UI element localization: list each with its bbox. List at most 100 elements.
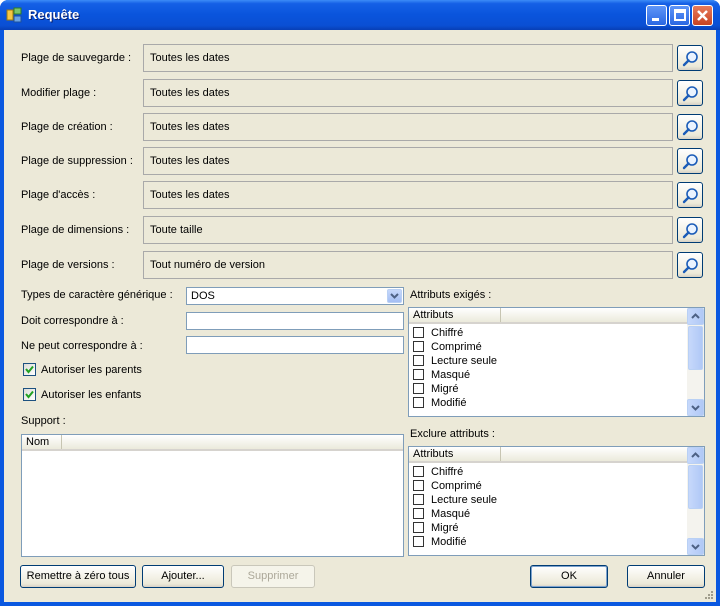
attribute-checkbox[interactable] (413, 494, 424, 505)
close-icon (697, 10, 708, 21)
exclude-attributes-column[interactable]: Attributs (409, 447, 501, 461)
resize-grip-icon[interactable] (704, 590, 714, 600)
query-dialog: Requête Plage de sauvegarde : Toutes les… (0, 0, 720, 606)
scroll-down-button[interactable] (687, 538, 704, 555)
checkmark-icon (25, 390, 34, 399)
access-range-search-button[interactable] (677, 182, 703, 208)
scroll-up-button[interactable] (687, 308, 704, 325)
version-range-label: Plage de versions : (21, 259, 115, 271)
close-button[interactable] (692, 5, 713, 26)
must-match-label: Doit correspondre à : (21, 315, 124, 327)
size-range-field: Toute taille (143, 216, 673, 244)
allow-children-checkbox[interactable] (23, 388, 36, 401)
chevron-up-icon (691, 452, 700, 458)
magnifier-icon (682, 223, 698, 239)
magnifier-icon (682, 188, 698, 204)
magnifier-icon (682, 51, 698, 67)
attribute-checkbox[interactable] (413, 327, 424, 338)
required-attributes-header: Attributs (409, 308, 689, 324)
backup-range-search-button[interactable] (677, 45, 703, 71)
required-attributes-items: Chiffré Comprimé Lecture seule Masqué Mi… (409, 326, 687, 410)
allow-parents-checkbox[interactable] (23, 363, 36, 376)
attribute-checkbox[interactable] (413, 536, 424, 547)
scroll-thumb[interactable] (688, 465, 703, 509)
ok-button[interactable]: OK (530, 565, 608, 588)
attribute-checkbox[interactable] (413, 522, 424, 533)
checkmark-icon (25, 365, 34, 374)
backup-range-field: Toutes les dates (143, 44, 673, 72)
attribute-checkbox[interactable] (413, 508, 424, 519)
must-not-match-input[interactable] (186, 336, 404, 354)
support-list[interactable]: Nom (21, 434, 404, 557)
attribute-checkbox[interactable] (413, 480, 424, 491)
size-range-search-button[interactable] (677, 217, 703, 243)
maximize-button[interactable] (669, 5, 690, 26)
list-item[interactable]: Migré (409, 382, 687, 396)
attribute-checkbox[interactable] (413, 341, 424, 352)
reset-all-button[interactable]: Remettre à zéro tous (20, 565, 136, 588)
required-attributes-column[interactable]: Attributs (409, 308, 501, 322)
required-attributes-scrollbar[interactable] (687, 308, 704, 416)
title-bar[interactable]: Requête (0, 0, 720, 30)
access-range-label: Plage d'accès : (21, 189, 96, 201)
list-item[interactable]: Chiffré (409, 465, 687, 479)
scroll-up-button[interactable] (687, 447, 704, 464)
remove-button[interactable]: Supprimer (231, 565, 315, 588)
exclude-attributes-label: Exclure attributs : (410, 428, 495, 440)
required-attributes-list[interactable]: Attributs Chiffré Comprimé Lecture seule… (408, 307, 705, 417)
exclude-attributes-scrollbar[interactable] (687, 447, 704, 555)
list-item[interactable]: Comprimé (409, 340, 687, 354)
list-item[interactable]: Chiffré (409, 326, 687, 340)
magnifier-icon (682, 154, 698, 170)
allow-parents-label[interactable]: Autoriser les parents (41, 363, 142, 377)
required-attributes-label: Attributs exigés : (410, 289, 492, 301)
wildcard-type-label: Types de caractère générique : (21, 289, 173, 301)
support-name-column[interactable]: Nom (22, 435, 62, 449)
dialog-body: Plage de sauvegarde : Toutes les dates M… (4, 30, 716, 602)
list-item[interactable]: Lecture seule (409, 493, 687, 507)
list-item[interactable]: Modifié (409, 396, 687, 410)
wildcard-dropdown-button[interactable] (387, 289, 402, 303)
exclude-attributes-items: Chiffré Comprimé Lecture seule Masqué Mi… (409, 465, 687, 549)
minimize-icon (652, 18, 659, 21)
creation-range-search-button[interactable] (677, 114, 703, 140)
list-item[interactable]: Migré (409, 521, 687, 535)
must-not-match-label: Ne peut correspondre à : (21, 340, 143, 352)
wildcard-type-value: DOS (191, 290, 215, 302)
list-item[interactable]: Lecture seule (409, 354, 687, 368)
backup-range-label: Plage de sauvegarde : (21, 52, 132, 64)
cancel-button[interactable]: Annuler (627, 565, 705, 588)
attribute-checkbox[interactable] (413, 383, 424, 394)
attribute-checkbox[interactable] (413, 369, 424, 380)
must-match-input[interactable] (186, 312, 404, 330)
list-item[interactable]: Modifié (409, 535, 687, 549)
support-list-header: Nom (22, 435, 403, 451)
list-item[interactable]: Masqué (409, 507, 687, 521)
modify-range-field: Toutes les dates (143, 79, 673, 107)
attribute-checkbox[interactable] (413, 466, 424, 477)
scroll-thumb[interactable] (688, 326, 703, 370)
minimize-button[interactable] (646, 5, 667, 26)
attribute-checkbox[interactable] (413, 397, 424, 408)
list-item[interactable]: Masqué (409, 368, 687, 382)
deletion-range-field: Toutes les dates (143, 147, 673, 175)
allow-children-label[interactable]: Autoriser les enfants (41, 388, 141, 402)
deletion-range-search-button[interactable] (677, 148, 703, 174)
modify-range-label: Modifier plage : (21, 87, 97, 99)
magnifier-icon (682, 120, 698, 136)
creation-range-label: Plage de création : (21, 121, 113, 133)
version-range-search-button[interactable] (677, 252, 703, 278)
scroll-down-button[interactable] (687, 399, 704, 416)
app-icon (6, 7, 22, 23)
version-range-field: Tout numéro de version (143, 251, 673, 279)
access-range-field: Toutes les dates (143, 181, 673, 209)
chevron-down-icon (691, 405, 700, 411)
add-button[interactable]: Ajouter... (142, 565, 224, 588)
exclude-attributes-list[interactable]: Attributs Chiffré Comprimé Lecture seule… (408, 446, 705, 556)
attribute-checkbox[interactable] (413, 355, 424, 366)
magnifier-icon (682, 258, 698, 274)
maximize-icon (674, 9, 686, 21)
wildcard-type-select[interactable]: DOS (186, 287, 404, 305)
modify-range-search-button[interactable] (677, 80, 703, 106)
list-item[interactable]: Comprimé (409, 479, 687, 493)
